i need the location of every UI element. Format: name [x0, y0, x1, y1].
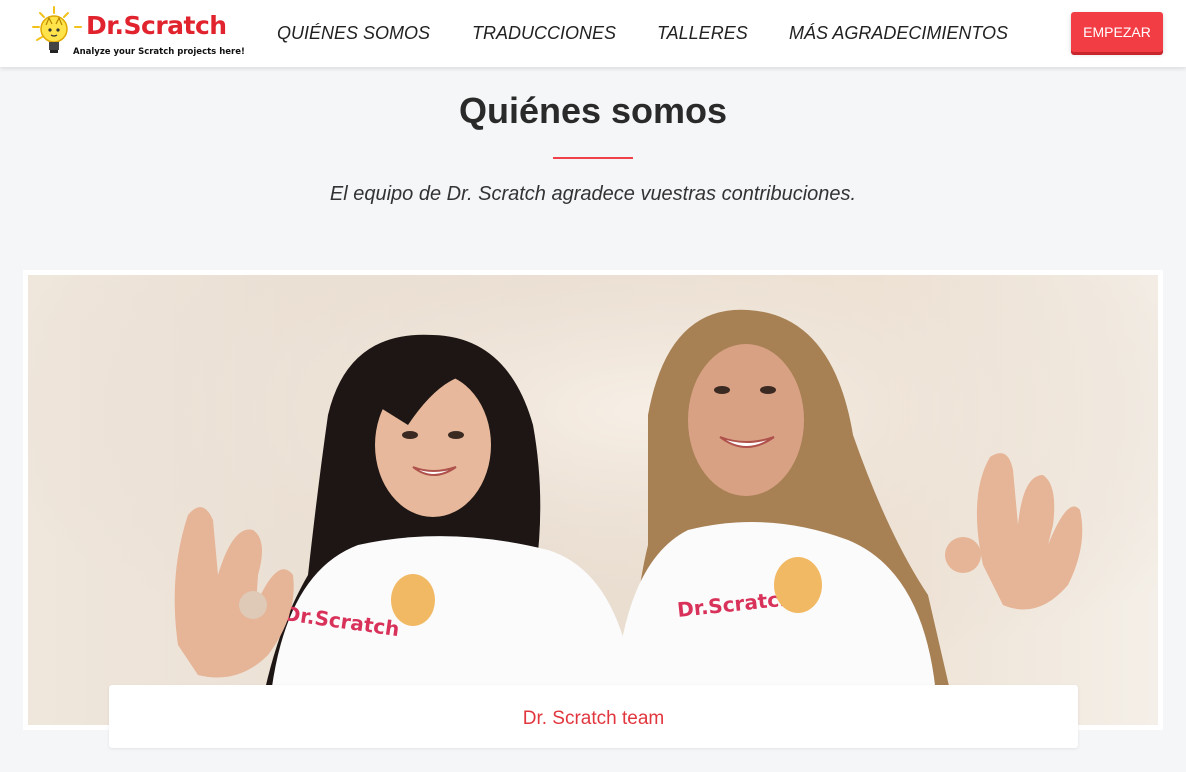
nav-link-traducciones[interactable]: TRADUCCIONES	[472, 20, 616, 46]
photo-caption-box: Dr. Scratch team	[109, 685, 1078, 748]
main-nav: QUIÉNES SOMOS TRADUCCIONES TALLERES MÁS …	[0, 20, 1186, 46]
title-divider	[553, 157, 633, 159]
team-photo-card: Dr.Scratch Dr.Scratch	[23, 270, 1163, 730]
photo-caption: Dr. Scratch team	[522, 708, 665, 729]
top-navbar: Dr.Scratch Analyze your Scratch projects…	[0, 0, 1186, 67]
page-subtitle: El equipo de Dr. Scratch agradece vuestr…	[329, 183, 857, 205]
team-photo-illustration: Dr.Scratch Dr.Scratch	[28, 275, 1158, 725]
logo-tagline: Analyze your Scratch projects here!	[73, 47, 245, 57]
nav-link-quienes-somos[interactable]: QUIÉNES SOMOS	[277, 20, 430, 46]
nav-link-talleres[interactable]: TALLERES	[657, 20, 748, 46]
page-title: Quiénes somos	[458, 90, 728, 131]
empezar-button[interactable]: EMPEZAR	[1071, 12, 1163, 52]
team-photo: Dr.Scratch Dr.Scratch	[28, 275, 1158, 725]
nav-link-mas-agradecimientos[interactable]: MÁS AGRADECIMIENTOS	[789, 20, 1008, 46]
